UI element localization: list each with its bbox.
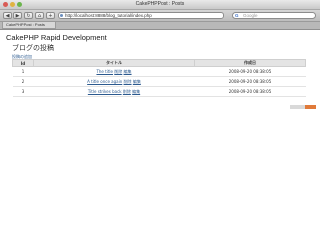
- post-title-cell: The title 削除 編集: [33, 66, 195, 77]
- window-title: CakePHPPost : Posts: [135, 1, 185, 7]
- column-header-title: タイトル: [33, 59, 195, 67]
- post-created: 2008-09-20 08:38:05: [194, 86, 306, 97]
- edit-link[interactable]: 編集: [124, 69, 132, 74]
- search-input[interactable]: G Google: [232, 12, 316, 19]
- delete-link[interactable]: 削除: [114, 69, 122, 74]
- google-search-icon: G: [235, 13, 239, 18]
- post-id: 1: [12, 66, 34, 77]
- home-button[interactable]: ⌂: [35, 12, 44, 19]
- column-header-id: Id: [12, 59, 34, 67]
- address-bar[interactable]: http://localhost:8888/blog_tutorial/inde…: [58, 12, 224, 19]
- site-title: CakePHP Rapid Development: [6, 33, 107, 42]
- add-bookmark-button[interactable]: +: [46, 12, 55, 19]
- browser-toolbar: ◀ ▶ ↻ ⌂ + http://localhost:8888/blog_tut…: [0, 10, 320, 22]
- post-title-cell: Title strikes back 削除 編集: [33, 86, 195, 97]
- back-button[interactable]: ◀: [3, 12, 12, 19]
- post-title-link[interactable]: A title once again: [87, 79, 122, 84]
- post-title-cell: A title once again 削除 編集: [33, 76, 195, 87]
- column-header-created: 作成日: [194, 59, 306, 67]
- table-row: 3 Title strikes back 削除 編集 2008-09-20 08…: [12, 86, 306, 97]
- tab-posts[interactable]: CakePHPPost : Posts: [2, 22, 56, 29]
- cakephp-power-badge[interactable]: [290, 105, 316, 109]
- post-created: 2008-09-20 08:38:05: [194, 66, 306, 77]
- delete-link[interactable]: 削除: [123, 89, 131, 94]
- forward-button[interactable]: ▶: [13, 12, 22, 19]
- post-title-link[interactable]: The title: [96, 69, 113, 74]
- search-placeholder: Google: [243, 13, 258, 18]
- table-header-row: Id タイトル 作成日: [12, 59, 306, 67]
- reload-button[interactable]: ↻: [24, 12, 33, 19]
- post-title-link[interactable]: Title strikes back: [88, 89, 122, 94]
- edit-link[interactable]: 編集: [133, 79, 141, 84]
- table-row: 1 The title 削除 編集 2008-09-20 08:38:05: [12, 66, 306, 77]
- post-created: 2008-09-20 08:38:05: [194, 76, 306, 87]
- post-id: 3: [12, 86, 34, 97]
- tab-bar: CakePHPPost : Posts: [0, 22, 320, 30]
- page-title: ブログの投稿: [12, 44, 54, 52]
- table-row: 2 A title once again 削除 編集 2008-09-20 08…: [12, 76, 306, 87]
- window-titlebar: CakePHPPost : Posts: [0, 0, 320, 10]
- delete-link[interactable]: 削除: [124, 79, 132, 84]
- posts-table: Id タイトル 作成日 1 The title 削除 編集 2008-09-20…: [12, 59, 306, 97]
- badge-right: [305, 105, 316, 109]
- page-content: CakePHP Rapid Development ブログの投稿 投稿の追加 I…: [0, 30, 320, 251]
- globe-icon: [60, 14, 63, 17]
- edit-link[interactable]: 編集: [132, 89, 140, 94]
- post-id: 2: [12, 76, 34, 87]
- badge-left: [290, 105, 305, 109]
- address-text: http://localhost:8888/blog_tutorial/inde…: [65, 13, 152, 18]
